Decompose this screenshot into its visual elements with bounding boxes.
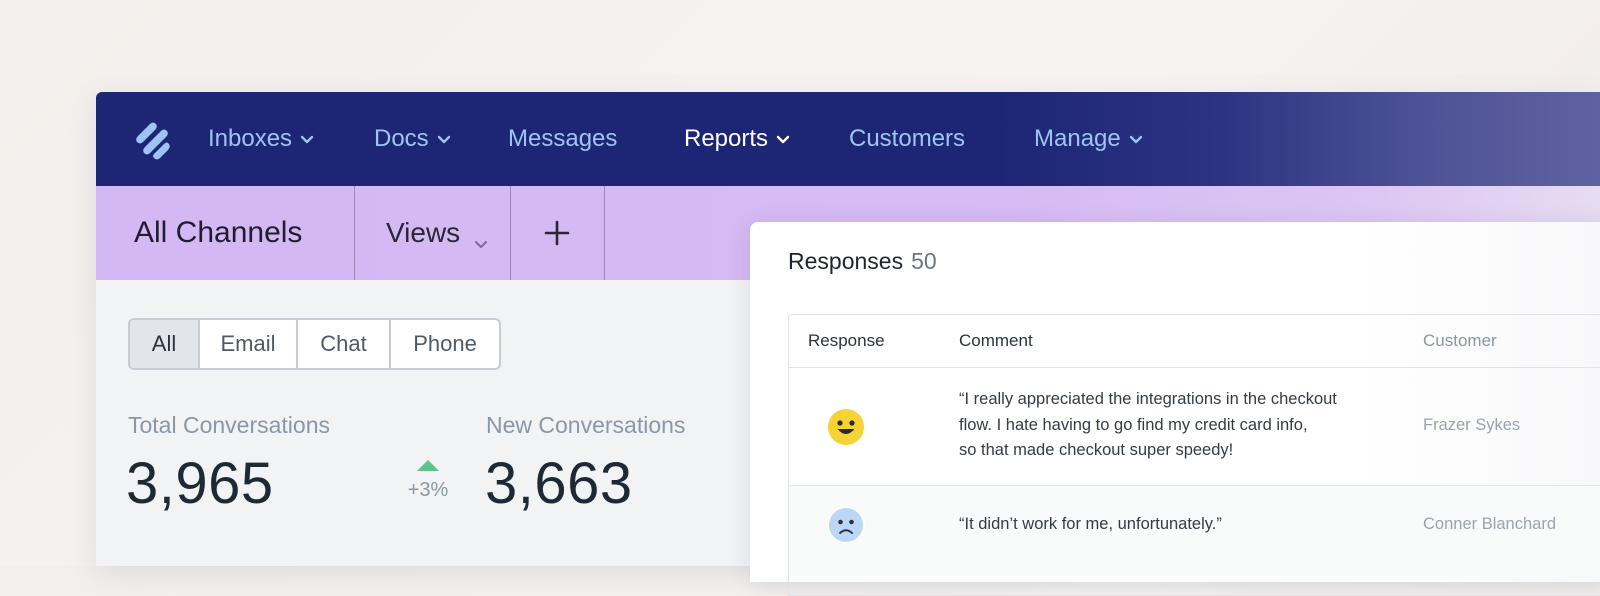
sad-face-icon (827, 506, 865, 544)
customer-name[interactable]: Conner Blanchard (1423, 515, 1556, 534)
table-header: Response Comment Customer (789, 315, 1600, 368)
responses-table: Response Comment Customer “I really appr… (788, 314, 1600, 596)
divider (604, 186, 605, 280)
new-conversations-label: New Conversations (486, 412, 686, 438)
chevron-down-icon (437, 132, 451, 146)
chevron-down-icon (776, 132, 790, 146)
happy-face-icon (827, 408, 865, 446)
nav-messages-label: Messages (508, 125, 618, 152)
nav-inboxes-label: Inboxes (208, 125, 293, 152)
nav-messages[interactable]: Messages (508, 92, 617, 186)
filter-email[interactable]: Email (200, 320, 298, 368)
total-conversations-label: Total Conversations (128, 412, 330, 438)
nav-manage[interactable]: Manage (1034, 92, 1143, 186)
views-label: Views (386, 217, 461, 248)
trend-percent: +3% (407, 479, 449, 501)
response-comment: “It didn’t work for me, unfortunately.” (959, 515, 1222, 533)
response-comment: “I really appreciated the integrations i… (959, 390, 1337, 459)
views-dropdown[interactable]: Views (386, 186, 488, 280)
customer-name[interactable]: Frazer Sykes (1423, 416, 1520, 435)
divider (354, 186, 355, 280)
page-title: All Channels (134, 216, 303, 249)
top-navigation: Inboxes Docs Messages Reports Customers … (96, 92, 1600, 186)
nav-reports-label: Reports (684, 125, 769, 152)
table-row[interactable]: “I really appreciated the integrations i… (789, 368, 1600, 486)
nav-docs-label: Docs (374, 125, 429, 152)
filter-chat[interactable]: Chat (298, 320, 391, 368)
total-conversations-value: 3,965 (126, 451, 274, 516)
nav-customers-label: Customers (849, 125, 966, 152)
add-view-button[interactable] (544, 220, 570, 246)
chevron-down-icon (300, 132, 314, 146)
chevron-down-icon (474, 226, 488, 248)
nav-reports[interactable]: Reports (684, 92, 790, 186)
responses-header: Responses 50 (788, 248, 937, 275)
new-conversations-value: 3,663 (485, 451, 633, 516)
nav-manage-label: Manage (1034, 125, 1121, 152)
filter-all[interactable]: All (130, 320, 200, 368)
responses-count: 50 (911, 248, 937, 274)
column-customer[interactable]: Customer (1423, 315, 1497, 367)
responses-panel: Responses 50 Response Comment Customer “I… (750, 222, 1600, 596)
trend-indicator: +3% (400, 460, 456, 502)
nav-docs[interactable]: Docs (374, 92, 451, 186)
channel-filter: All Email Chat Phone (128, 318, 501, 370)
table-row[interactable]: “It didn’t work for me, unfortunately.” … (789, 486, 1600, 576)
trend-up-icon (417, 460, 439, 471)
column-comment[interactable]: Comment (959, 315, 1033, 367)
chevron-down-icon (1129, 132, 1143, 146)
nav-inboxes[interactable]: Inboxes (208, 92, 314, 186)
plus-icon (544, 220, 570, 246)
nav-customers[interactable]: Customers (849, 92, 965, 186)
logo-icon[interactable] (132, 120, 172, 160)
responses-title: Responses (788, 248, 904, 274)
filter-phone[interactable]: Phone (391, 320, 499, 368)
column-response[interactable]: Response (808, 315, 885, 367)
divider (510, 186, 511, 280)
